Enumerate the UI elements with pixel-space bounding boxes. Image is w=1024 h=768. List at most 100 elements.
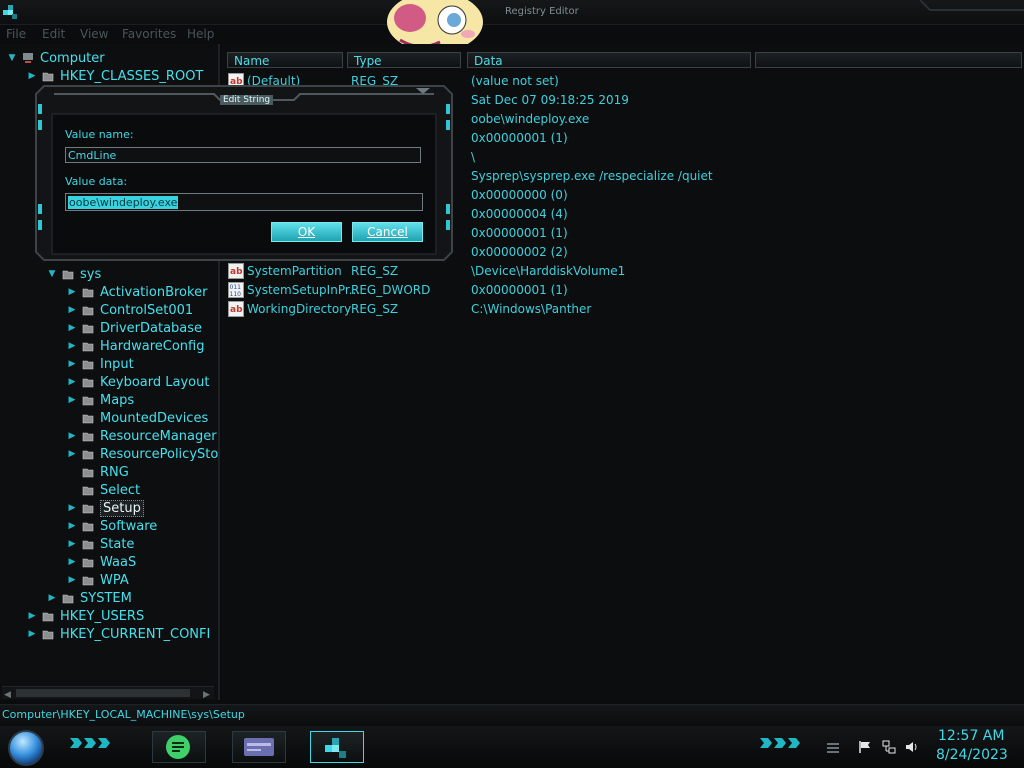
value-name-input[interactable] <box>65 147 421 163</box>
tree-item-label: HKEY_CLASSES_ROOT <box>60 68 204 84</box>
expand-arrow-icon[interactable]: ▶ <box>66 431 78 441</box>
menu-edit[interactable]: Edit <box>42 27 65 41</box>
expand-arrow-icon[interactable]: ▶ <box>66 503 78 513</box>
tree-item[interactable]: ▶ Keyboard Layout <box>66 373 210 391</box>
action-center-flag-icon[interactable] <box>858 740 872 754</box>
expand-arrow-icon[interactable]: ▶ <box>66 341 78 351</box>
expand-arrow-icon[interactable]: ▶ <box>26 71 38 81</box>
value-data: oobe\windeploy.exe <box>471 112 590 126</box>
column-header-data[interactable]: Data <box>467 52 751 68</box>
value-name: WorkingDirectory <box>247 302 352 316</box>
column-header-type[interactable]: Type <box>347 52 461 68</box>
expand-arrow-icon[interactable]: ▶ <box>66 557 78 567</box>
svg-text:011: 011 <box>230 284 242 291</box>
expand-arrow-icon[interactable]: ▶ <box>66 449 78 459</box>
value-data-selected-text: oobe\windeploy.exe <box>68 196 179 209</box>
computer-icon <box>23 53 33 63</box>
taskbar-registry-editor[interactable] <box>310 731 364 763</box>
registry-key-folder-icon <box>82 540 94 550</box>
tree-horizontal-scrollbar[interactable]: ◀ ▶ <box>2 686 214 699</box>
registry-key-folder-icon <box>42 630 54 640</box>
cancel-button[interactable]: Cancel <box>352 222 423 242</box>
svg-text:◀: ◀ <box>4 690 11 699</box>
menu-favorites[interactable]: Favorites <box>122 27 176 41</box>
expand-arrow-icon[interactable]: ▶ <box>66 323 78 333</box>
value-row[interactable]: ab SystemPartition REG_SZ \Device\HarddiskV… <box>228 262 1008 280</box>
tree-item[interactable]: ▶ WPA <box>66 571 129 589</box>
expand-arrow-icon[interactable]: ▶ <box>66 521 78 531</box>
value-type: REG_SZ <box>351 264 399 278</box>
expand-arrow-icon[interactable]: ▶ <box>66 287 78 297</box>
show-desktop-icon[interactable] <box>826 740 840 754</box>
collapse-arrow-icon[interactable]: ▼ <box>46 269 58 279</box>
value-row[interactable]: 011 110 SystemSetupInPr... REG_DWORD 0x00000… <box>228 281 1008 299</box>
tree-item[interactable]: ▶ ControlSet001 <box>66 301 194 319</box>
tree-item[interactable]: ▶ Maps <box>66 391 135 409</box>
network-icon[interactable] <box>882 740 896 754</box>
tree-item[interactable]: ▶ DriverDatabase <box>66 319 203 337</box>
tree-item-label: Software <box>100 518 158 534</box>
svg-text:110: 110 <box>230 291 242 298</box>
menu-view[interactable]: View <box>80 27 108 41</box>
expand-arrow-icon[interactable]: ▶ <box>66 305 78 315</box>
menu-help[interactable]: Help <box>187 27 214 41</box>
column-header-name[interactable]: Name <box>227 52 343 68</box>
clock-date[interactable]: 8/24/2023 <box>936 747 1008 763</box>
expand-arrow-icon[interactable]: ▶ <box>26 611 38 621</box>
value-data: C:\Windows\Panther <box>471 302 592 316</box>
taskbar-card-app[interactable] <box>232 731 286 763</box>
tree-item[interactable]: ▶ WaaS <box>66 553 137 571</box>
tree-item-label: Computer <box>40 50 105 66</box>
start-button[interactable] <box>8 730 44 766</box>
tree-item[interactable]: RNG <box>66 463 129 481</box>
registry-key-folder-icon <box>82 432 94 442</box>
value-type: REG_DWORD <box>351 283 431 297</box>
clock-time[interactable]: 12:57 AM <box>938 728 1004 744</box>
registry-key-folder-icon <box>82 342 94 352</box>
tree-item[interactable]: ▶ HKEY_USERS <box>26 607 145 625</box>
tree-item[interactable]: ▶ Software <box>66 517 158 535</box>
value-row[interactable]: ab WorkingDirectory REG_SZ C:\Windows\Panth… <box>228 300 1008 318</box>
tree-item[interactable]: ▶ Input <box>66 355 134 373</box>
value-data-label: Value data: <box>65 175 128 188</box>
taskbar-decoration <box>760 738 800 748</box>
tree-item[interactable]: ▶ Setup <box>66 499 144 517</box>
tree-item-computer[interactable]: ▼ Computer <box>6 49 105 67</box>
tree-item[interactable]: ▼ sys <box>46 265 102 283</box>
tree-item-label: ResourceManager <box>100 428 217 444</box>
tree-item[interactable]: ▶ HardwareConfig <box>66 337 205 355</box>
tree-item[interactable]: ▶ ActivationBroker <box>66 283 208 301</box>
value-data: 0x00000001 (1) <box>471 283 568 297</box>
expand-arrow-icon[interactable]: ▶ <box>66 359 78 369</box>
tree-item-label: DriverDatabase <box>100 320 203 336</box>
expand-arrow-icon[interactable]: ▶ <box>66 377 78 387</box>
expand-arrow-icon[interactable]: ▶ <box>46 593 58 603</box>
tree-item[interactable]: ▶ SYSTEM <box>46 589 132 607</box>
value-data-input[interactable]: oobe\windeploy.exe <box>65 193 423 211</box>
tree-item-label: Input <box>100 356 134 372</box>
value-type: REG_SZ <box>351 302 399 316</box>
tree-item[interactable]: ▶ HKEY_CLASSES_ROOT <box>26 67 204 85</box>
registry-key-folder-icon <box>82 522 94 532</box>
tree-item[interactable]: Select <box>66 481 140 499</box>
expand-arrow-icon[interactable]: ▶ <box>26 629 38 639</box>
registry-key-folder-icon <box>62 594 74 604</box>
tree-item[interactable]: MountedDevices <box>66 409 208 427</box>
registry-key-folder-icon <box>82 486 94 496</box>
tree-item[interactable]: ▶ HKEY_CURRENT_CONFI <box>26 625 211 643</box>
tree-item[interactable]: ▶ ResourceManager <box>66 427 217 445</box>
expand-arrow-icon[interactable]: ▶ <box>66 395 78 405</box>
value-data: Sat Dec 07 09:18:25 2019 <box>471 93 629 107</box>
value-data: \ <box>471 150 476 164</box>
expand-arrow-icon[interactable]: ▶ <box>66 539 78 549</box>
ok-button[interactable]: OK <box>271 222 342 242</box>
volume-icon[interactable] <box>905 740 919 754</box>
expand-arrow-icon[interactable]: ▶ <box>66 575 78 585</box>
collapse-arrow-icon[interactable]: ▼ <box>6 53 18 63</box>
tree-item[interactable]: ▶ ResourcePolicySto <box>66 445 219 463</box>
tree-item[interactable]: ▶ State <box>66 535 135 553</box>
registry-app-icon[interactable] <box>2 4 18 20</box>
registry-app-icon <box>325 738 346 758</box>
menu-file[interactable]: File <box>6 27 26 41</box>
taskbar-notes-app[interactable] <box>152 731 206 763</box>
